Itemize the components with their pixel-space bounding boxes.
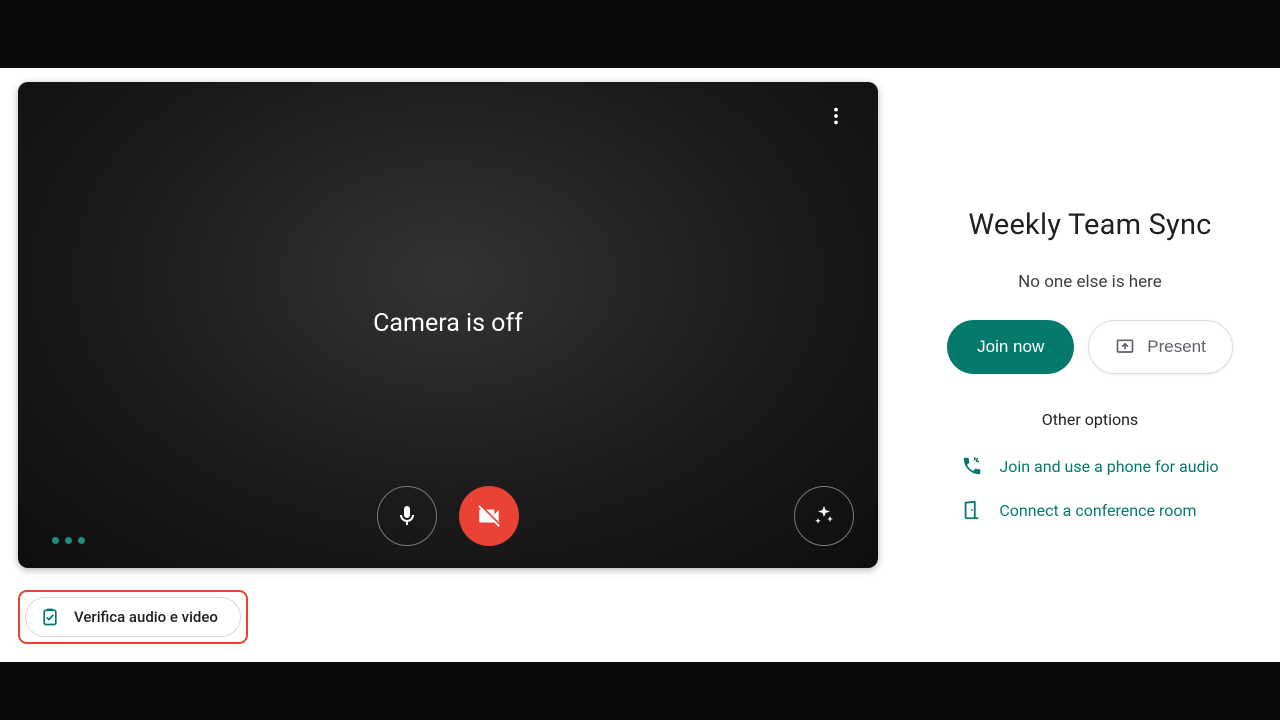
- connect-room-link[interactable]: Connect a conference room: [961, 499, 1218, 521]
- right-column: Weekly Team Sync No one else is here Joi…: [900, 68, 1280, 662]
- join-by-phone-link[interactable]: Join and use a phone for audio: [961, 455, 1218, 477]
- join-by-phone-label: Join and use a phone for audio: [999, 457, 1218, 476]
- phone-audio-icon: [961, 455, 983, 477]
- microphone-icon: [395, 504, 419, 528]
- left-column: Camera is off Verifica audio e: [0, 68, 900, 662]
- other-options-list: Join and use a phone for audio Connect a…: [961, 455, 1218, 521]
- video-preview: Camera is off: [18, 82, 878, 568]
- join-now-button[interactable]: Join now: [947, 320, 1074, 374]
- visual-effects-button[interactable]: [794, 486, 854, 546]
- check-av-label: Verifica audio e video: [74, 608, 218, 626]
- meeting-subtitle: No one else is here: [1018, 272, 1162, 292]
- present-label: Present: [1147, 337, 1206, 357]
- mic-toggle-button[interactable]: [377, 486, 437, 546]
- clipboard-check-icon: [40, 607, 60, 627]
- present-icon: [1115, 337, 1135, 357]
- join-now-label: Join now: [977, 337, 1044, 357]
- camera-off-label: Camera is off: [373, 309, 523, 338]
- sparkle-icon: [812, 504, 836, 528]
- camera-off-icon: [476, 503, 502, 529]
- other-options-heading: Other options: [1042, 410, 1138, 429]
- join-button-row: Join now Present: [947, 320, 1233, 374]
- present-button[interactable]: Present: [1088, 320, 1233, 374]
- camera-toggle-button[interactable]: [459, 486, 519, 546]
- check-av-wrapper: Verifica audio e video: [18, 590, 900, 644]
- connect-room-label: Connect a conference room: [999, 501, 1196, 520]
- window-top-letterbox: [0, 0, 1280, 68]
- meeting-room-icon: [961, 499, 983, 521]
- more-vert-icon: [825, 105, 847, 127]
- preview-controls: [377, 486, 519, 546]
- main-content: Camera is off Verifica audio e: [0, 68, 1280, 662]
- audio-level-indicator: [52, 537, 85, 544]
- preview-more-button[interactable]: [816, 96, 856, 136]
- tutorial-highlight-box: Verifica audio e video: [18, 590, 248, 644]
- meeting-title: Weekly Team Sync: [968, 208, 1211, 242]
- check-audio-video-button[interactable]: Verifica audio e video: [25, 597, 241, 637]
- window-bottom-letterbox: [0, 662, 1280, 720]
